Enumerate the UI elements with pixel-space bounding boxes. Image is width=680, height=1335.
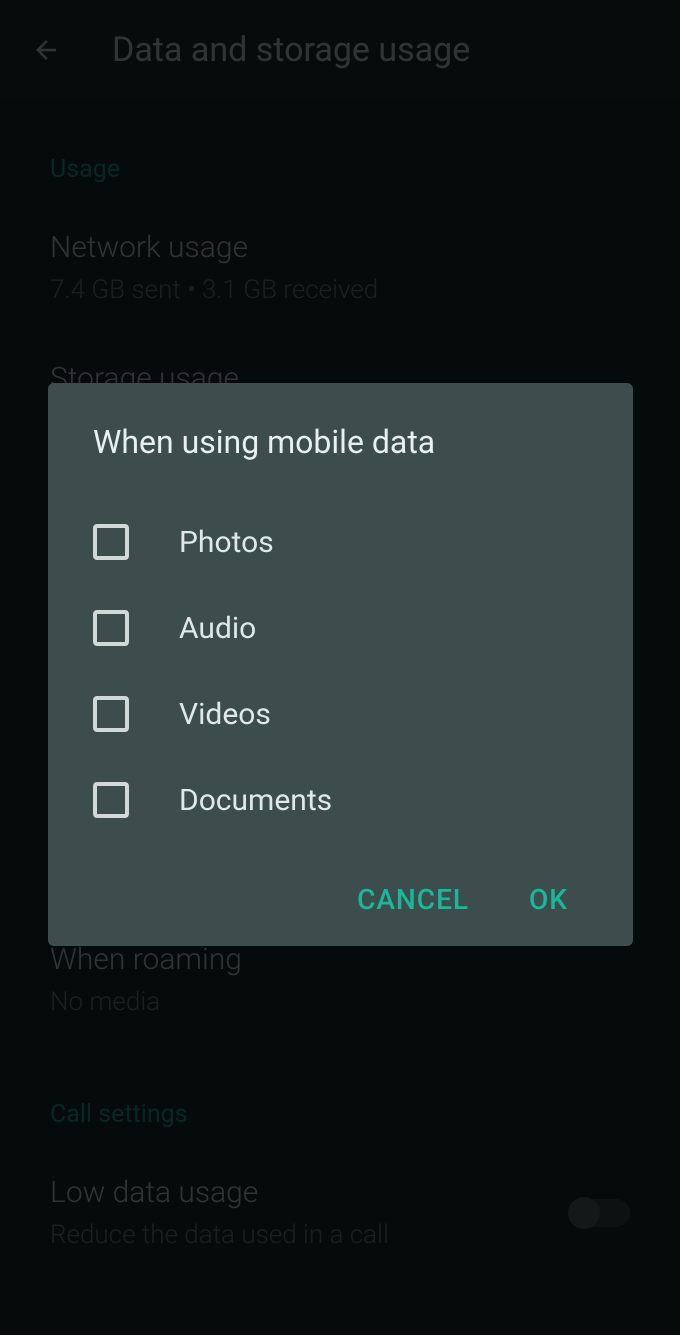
videos-option[interactable]: Videos [93,671,588,757]
documents-label: Documents [179,783,332,818]
photos-checkbox[interactable] [93,524,129,560]
photos-option[interactable]: Photos [93,499,588,585]
modal-overlay[interactable]: When using mobile data Photos Audio Vide… [0,0,680,1335]
videos-checkbox[interactable] [93,696,129,732]
ok-button[interactable]: OK [529,883,568,916]
documents-option[interactable]: Documents [93,757,588,843]
cancel-button[interactable]: CANCEL [357,883,469,916]
videos-label: Videos [179,697,271,732]
photos-label: Photos [179,525,274,560]
documents-checkbox[interactable] [93,782,129,818]
audio-option[interactable]: Audio [93,585,588,671]
audio-checkbox[interactable] [93,610,129,646]
dialog-actions: CANCEL OK [93,883,588,916]
audio-label: Audio [179,611,256,646]
dialog-title: When using mobile data [93,423,588,461]
mobile-data-dialog: When using mobile data Photos Audio Vide… [48,383,633,946]
